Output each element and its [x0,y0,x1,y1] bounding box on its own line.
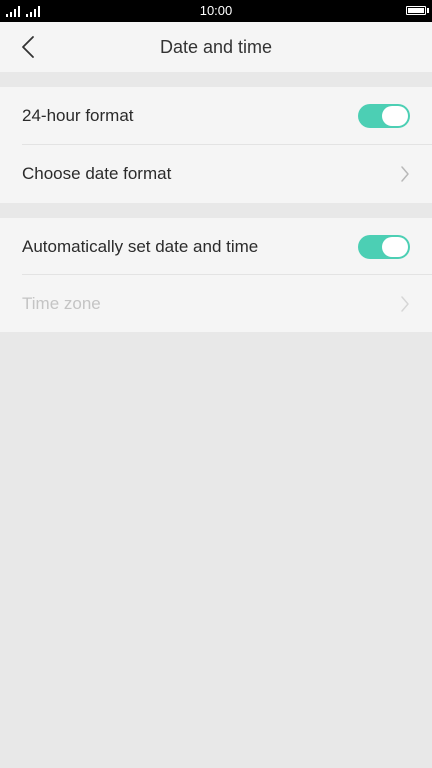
toggle-knob [382,106,408,126]
battery-tip [427,8,429,13]
battery-icon [406,6,426,15]
setting-label: Choose date format [22,164,172,183]
settings-group-automatic: Automatically set date and time Time zon… [0,218,432,332]
toggle-24-hour[interactable] [358,104,410,128]
chevron-right-icon [401,166,409,182]
setting-label: Time zone [22,293,101,313]
chevron-right-icon [401,295,409,312]
header: Date and time [0,22,432,72]
settings-group-time-format: 24-hour format Choose date format [0,87,432,203]
status-time: 10:00 [199,3,233,18]
setting-row-date-format[interactable]: Choose date format [0,145,432,203]
toggle-auto-date-time[interactable] [358,234,410,259]
setting-label: Automatically set date and time [22,236,259,256]
page-title: Date and time [159,37,273,57]
status-bar: 10:00 [0,0,432,22]
toggle-knob [382,236,408,257]
setting-label: 24-hour format [22,106,134,125]
setting-row-24-hour[interactable]: 24-hour format [0,87,432,145]
setting-row-time-zone: Time zone [0,275,432,332]
setting-row-auto-date-time[interactable]: Automatically set date and time [0,218,432,275]
